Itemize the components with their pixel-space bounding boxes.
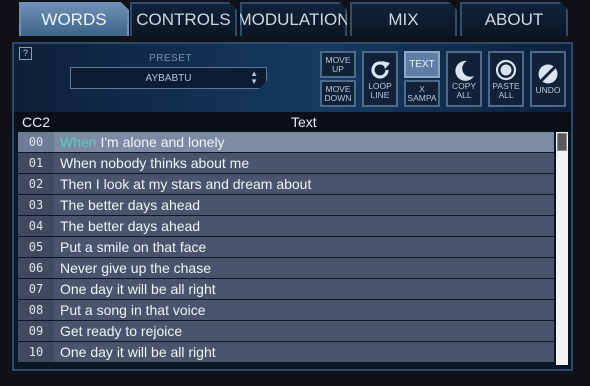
preset-value: AYBABTU bbox=[145, 72, 192, 84]
row-text[interactable]: Get ready to rejoice bbox=[60, 321, 182, 341]
row-number: 03 bbox=[18, 195, 54, 215]
x-sampa-label-2: SAMPA bbox=[407, 92, 437, 103]
preset-dropdown[interactable]: AYBABTU ▲ ▼ bbox=[70, 67, 267, 89]
table-row[interactable]: 08 Put a song in that voice bbox=[18, 300, 554, 320]
table-row[interactable]: 01 When nobody thinks about me bbox=[18, 153, 554, 173]
table-row[interactable]: 00 When I'm alone and lonely bbox=[18, 132, 554, 152]
tab-mix-label: MIX bbox=[388, 10, 419, 29]
row-text[interactable]: Put a song in that voice bbox=[60, 300, 206, 320]
row-number: 05 bbox=[18, 237, 54, 257]
table-header: CC2 Text bbox=[14, 112, 571, 131]
vertical-scrollbar[interactable] bbox=[556, 132, 568, 365]
paste-all-button[interactable]: PASTE ALL bbox=[488, 51, 524, 107]
loop-line-label-2: LINE bbox=[370, 89, 390, 100]
tab-controls[interactable]: CONTROLS bbox=[130, 2, 237, 36]
tab-bar: WORDS CONTROLS MODULATION MIX ABOUT bbox=[0, 0, 590, 42]
x-sampa-button[interactable]: X SAMPA bbox=[404, 80, 440, 107]
row-number: 08 bbox=[18, 300, 54, 320]
tab-controls-label: CONTROLS bbox=[136, 10, 231, 29]
help-label: ? bbox=[22, 48, 28, 58]
undo-button[interactable]: UNDO bbox=[530, 51, 566, 107]
row-text[interactable]: One day it will be all right bbox=[60, 279, 216, 299]
table-row[interactable]: 05 Put a smile on that face bbox=[18, 237, 554, 257]
words-panel: ? PRESET AYBABTU ▲ ▼ MOVE UP MOVE DOWN LO… bbox=[12, 42, 573, 371]
row-number: 00 bbox=[18, 132, 54, 152]
row-text[interactable]: When I'm alone and lonely bbox=[60, 132, 225, 152]
tab-words[interactable]: WORDS bbox=[19, 2, 129, 36]
move-up-button[interactable]: MOVE UP bbox=[320, 51, 356, 78]
tab-about-label: ABOUT bbox=[484, 10, 544, 29]
undo-icon bbox=[538, 64, 558, 84]
text-mode-label: TEXT bbox=[409, 59, 435, 70]
table-row[interactable]: 07 One day it will be all right bbox=[18, 279, 554, 299]
paste-all-label-2: ALL bbox=[498, 89, 514, 100]
up-down-arrows-icon: ▲ ▼ bbox=[250, 69, 258, 86]
loop-icon bbox=[371, 60, 390, 79]
move-down-label-2: DOWN bbox=[324, 92, 352, 103]
help-button[interactable]: ? bbox=[19, 47, 32, 60]
row-number: 01 bbox=[18, 153, 54, 173]
copy-icon bbox=[455, 60, 474, 81]
preset-label: PRESET bbox=[149, 53, 193, 64]
text-column-header: Text bbox=[291, 114, 317, 130]
move-down-button[interactable]: MOVE DOWN bbox=[320, 80, 356, 107]
table-row[interactable]: 02 Then I look at my stars and dream abo… bbox=[18, 174, 554, 194]
row-text[interactable]: Never give up the chase bbox=[60, 258, 211, 278]
table-row[interactable]: 03 The better days ahead bbox=[18, 195, 554, 215]
current-word: When bbox=[60, 134, 97, 150]
loop-line-button[interactable]: LOOP LINE bbox=[362, 51, 398, 107]
toolbar: ? PRESET AYBABTU ▲ ▼ MOVE UP MOVE DOWN LO… bbox=[14, 44, 571, 112]
row-number: 04 bbox=[18, 216, 54, 236]
row-text[interactable]: When nobody thinks about me bbox=[60, 153, 249, 173]
lyrics-list: 00 When I'm alone and lonely 01 When nob… bbox=[18, 132, 554, 363]
tab-modulation[interactable]: MODULATION bbox=[240, 2, 347, 36]
move-up-label-2: UP bbox=[332, 63, 344, 74]
row-text[interactable]: The better days ahead bbox=[60, 216, 200, 236]
tab-modulation-label: MODULATION bbox=[237, 10, 350, 29]
row-number: 02 bbox=[18, 174, 54, 194]
scrollbar-thumb[interactable] bbox=[557, 133, 567, 151]
row-text[interactable]: The better days ahead bbox=[60, 195, 200, 215]
tab-words-label: WORDS bbox=[41, 10, 107, 29]
row-number: 06 bbox=[18, 258, 54, 278]
row-number: 09 bbox=[18, 321, 54, 341]
copy-all-button[interactable]: COPY ALL bbox=[446, 51, 482, 107]
undo-label: UNDO bbox=[535, 85, 561, 95]
tab-about[interactable]: ABOUT bbox=[460, 2, 568, 36]
table-row[interactable]: 10 One day it will be all right bbox=[18, 342, 554, 362]
row-number: 07 bbox=[18, 279, 54, 299]
text-mode-button[interactable]: TEXT bbox=[404, 51, 440, 78]
row-number: 10 bbox=[18, 342, 54, 362]
row-text[interactable]: One day it will be all right bbox=[60, 342, 216, 362]
row-text[interactable]: Then I look at my stars and dream about bbox=[60, 174, 311, 194]
tab-mix[interactable]: MIX bbox=[350, 2, 457, 36]
table-row[interactable]: 04 The better days ahead bbox=[18, 216, 554, 236]
table-row[interactable]: 09 Get ready to rejoice bbox=[18, 321, 554, 341]
cc-column-header: CC2 bbox=[22, 114, 51, 130]
row-text-rest: I'm alone and lonely bbox=[96, 134, 225, 150]
row-text[interactable]: Put a smile on that face bbox=[60, 237, 206, 257]
copy-all-label-2: ALL bbox=[456, 89, 472, 100]
table-row[interactable]: 06 Never give up the chase bbox=[18, 258, 554, 278]
paste-icon bbox=[495, 59, 517, 80]
